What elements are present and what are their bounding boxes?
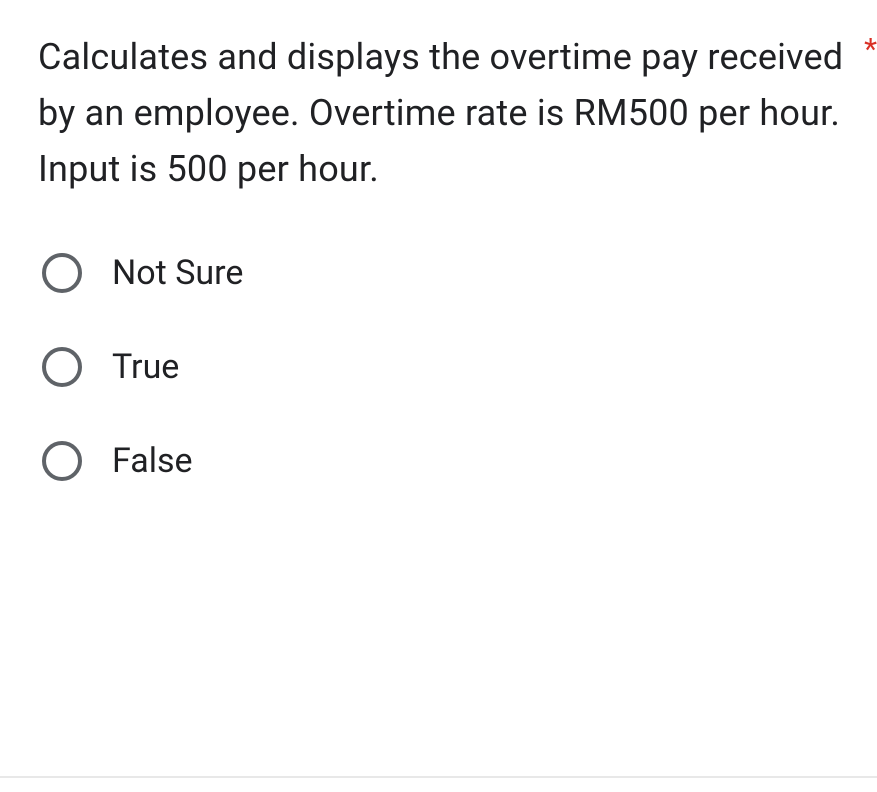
required-asterisk-icon: *: [864, 32, 877, 67]
radio-icon[interactable]: [42, 441, 82, 481]
question-text: Calculates and displays the overtime pay…: [38, 30, 849, 197]
option-label: True: [112, 347, 179, 387]
radio-icon[interactable]: [42, 253, 82, 293]
option-label: Not Sure: [112, 253, 243, 293]
option-not-sure[interactable]: Not Sure: [42, 253, 849, 293]
option-label: False: [112, 441, 193, 481]
option-true[interactable]: True: [42, 347, 849, 387]
divider: [0, 776, 877, 778]
option-false[interactable]: False: [42, 441, 849, 481]
radio-icon[interactable]: [42, 347, 82, 387]
options-group: Not Sure True False: [38, 253, 849, 481]
